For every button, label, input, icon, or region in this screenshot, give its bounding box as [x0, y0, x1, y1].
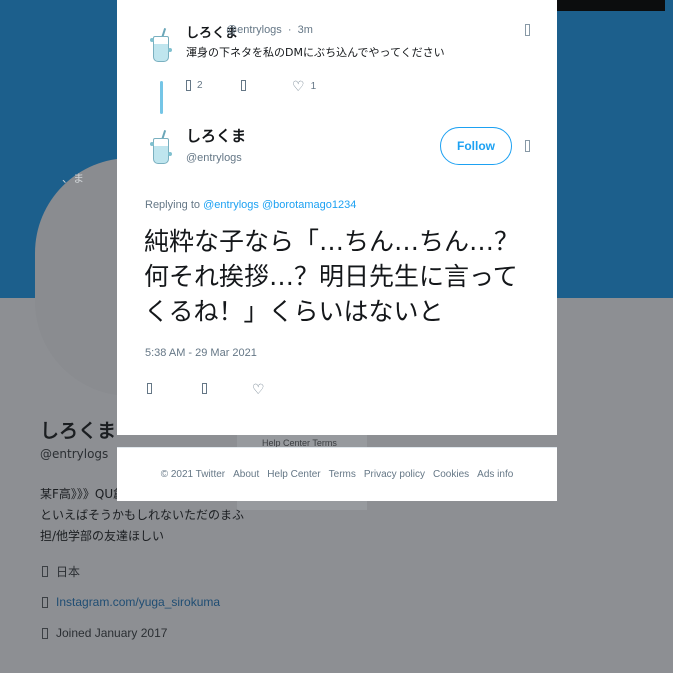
avatar-bubble	[150, 38, 154, 42]
retweet-action[interactable]	[202, 383, 207, 394]
reply-age[interactable]: 3m	[298, 24, 313, 36]
reply-icon	[186, 80, 191, 91]
author-name[interactable]: しろくま	[186, 125, 246, 146]
avatar-bubble	[168, 48, 172, 52]
profile-name: しろくま	[40, 420, 117, 442]
profile-handle[interactable]: @entrylogs	[40, 447, 108, 461]
replying-prefix: Replying to	[145, 199, 201, 211]
footer-link-about[interactable]: About	[233, 469, 259, 480]
location-icon	[42, 566, 48, 577]
profile-location: 日本	[42, 563, 80, 580]
meta-separator: ·	[287, 24, 292, 36]
bio-line: 担/他学部の友達ほしい	[40, 529, 165, 543]
like-count: 1	[310, 80, 317, 92]
mention-link[interactable]: @entrylogs	[203, 199, 259, 211]
footer-link-help[interactable]: Help Center	[267, 469, 320, 480]
reply-action[interactable]: 2	[186, 80, 203, 91]
bio-line: といえばそうかもしれないただのまふ	[40, 508, 245, 522]
link-icon	[42, 596, 48, 608]
reply-count: 2	[197, 80, 203, 91]
footer-copyright: © 2021 Twitter	[160, 469, 226, 480]
footer-link-privacy[interactable]: Privacy policy	[364, 469, 425, 480]
profile-joined: Joined January 2017	[42, 626, 167, 640]
avatar-cup	[153, 36, 169, 62]
tweet-text: 純粋な子なら「…ちん…ちん…？何それ挨拶…？明日先生に言ってくるね！」くらいはな…	[144, 227, 520, 326]
mention-link[interactable]: @borotamago1234	[262, 199, 356, 211]
retweet-icon	[202, 383, 207, 394]
footer-link-terms[interactable]: Terms	[329, 469, 356, 480]
heart-icon: ♡	[292, 78, 305, 94]
chevron-down-icon[interactable]	[525, 24, 530, 36]
avatar-bubble	[150, 142, 154, 146]
author-avatar[interactable]	[147, 130, 175, 170]
chevron-down-icon[interactable]	[525, 140, 530, 152]
thread-connector	[160, 81, 163, 114]
joined-text: Joined January 2017	[56, 626, 168, 640]
follow-button[interactable]: Follow	[440, 127, 512, 165]
profile-link[interactable]: Instagram.com/yuga_sirokuma	[42, 595, 220, 609]
modal-footer: © 2021 Twitter About Help Center Terms P…	[117, 447, 557, 501]
retweet-icon	[241, 80, 246, 91]
location-text: 日本	[56, 565, 81, 579]
reply-tweet-text: 渾身の下ネタを私のDMにぶち込んでやってください	[186, 46, 445, 59]
reply-author-avatar[interactable]	[147, 28, 175, 68]
retweet-action[interactable]	[241, 80, 246, 91]
reply-author-handle[interactable]: @entrylogs	[226, 24, 282, 36]
reply-action[interactable]	[147, 383, 152, 394]
top-bar	[552, 0, 665, 11]
tweet-modal: しろくま @entrylogs · 3m 渾身の下ネタを私のDMにぶち込んでやっ…	[117, 0, 557, 435]
reply-author-meta: @entrylogs · 3m	[226, 24, 316, 36]
replying-to: Replying to @entrylogs @borotamago1234	[145, 199, 356, 211]
avatar-text-snippet: 、ま	[62, 173, 84, 185]
avatar-cup	[153, 138, 169, 164]
like-action[interactable]: ♡ 1	[292, 79, 316, 93]
tweet-timestamp[interactable]: 5:38 AM - 29 Mar 2021	[145, 347, 257, 359]
author-handle[interactable]: @entrylogs	[186, 152, 242, 164]
calendar-icon	[42, 627, 48, 639]
avatar-bubble	[168, 152, 172, 156]
profile-link-text[interactable]: Instagram.com/yuga_sirokuma	[56, 595, 220, 609]
footer-link-cookies[interactable]: Cookies	[433, 469, 469, 480]
like-action[interactable]: ♡	[252, 382, 265, 396]
heart-icon: ♡	[252, 381, 265, 397]
footer-link-ads[interactable]: Ads info	[477, 469, 513, 480]
reply-icon	[147, 383, 152, 394]
